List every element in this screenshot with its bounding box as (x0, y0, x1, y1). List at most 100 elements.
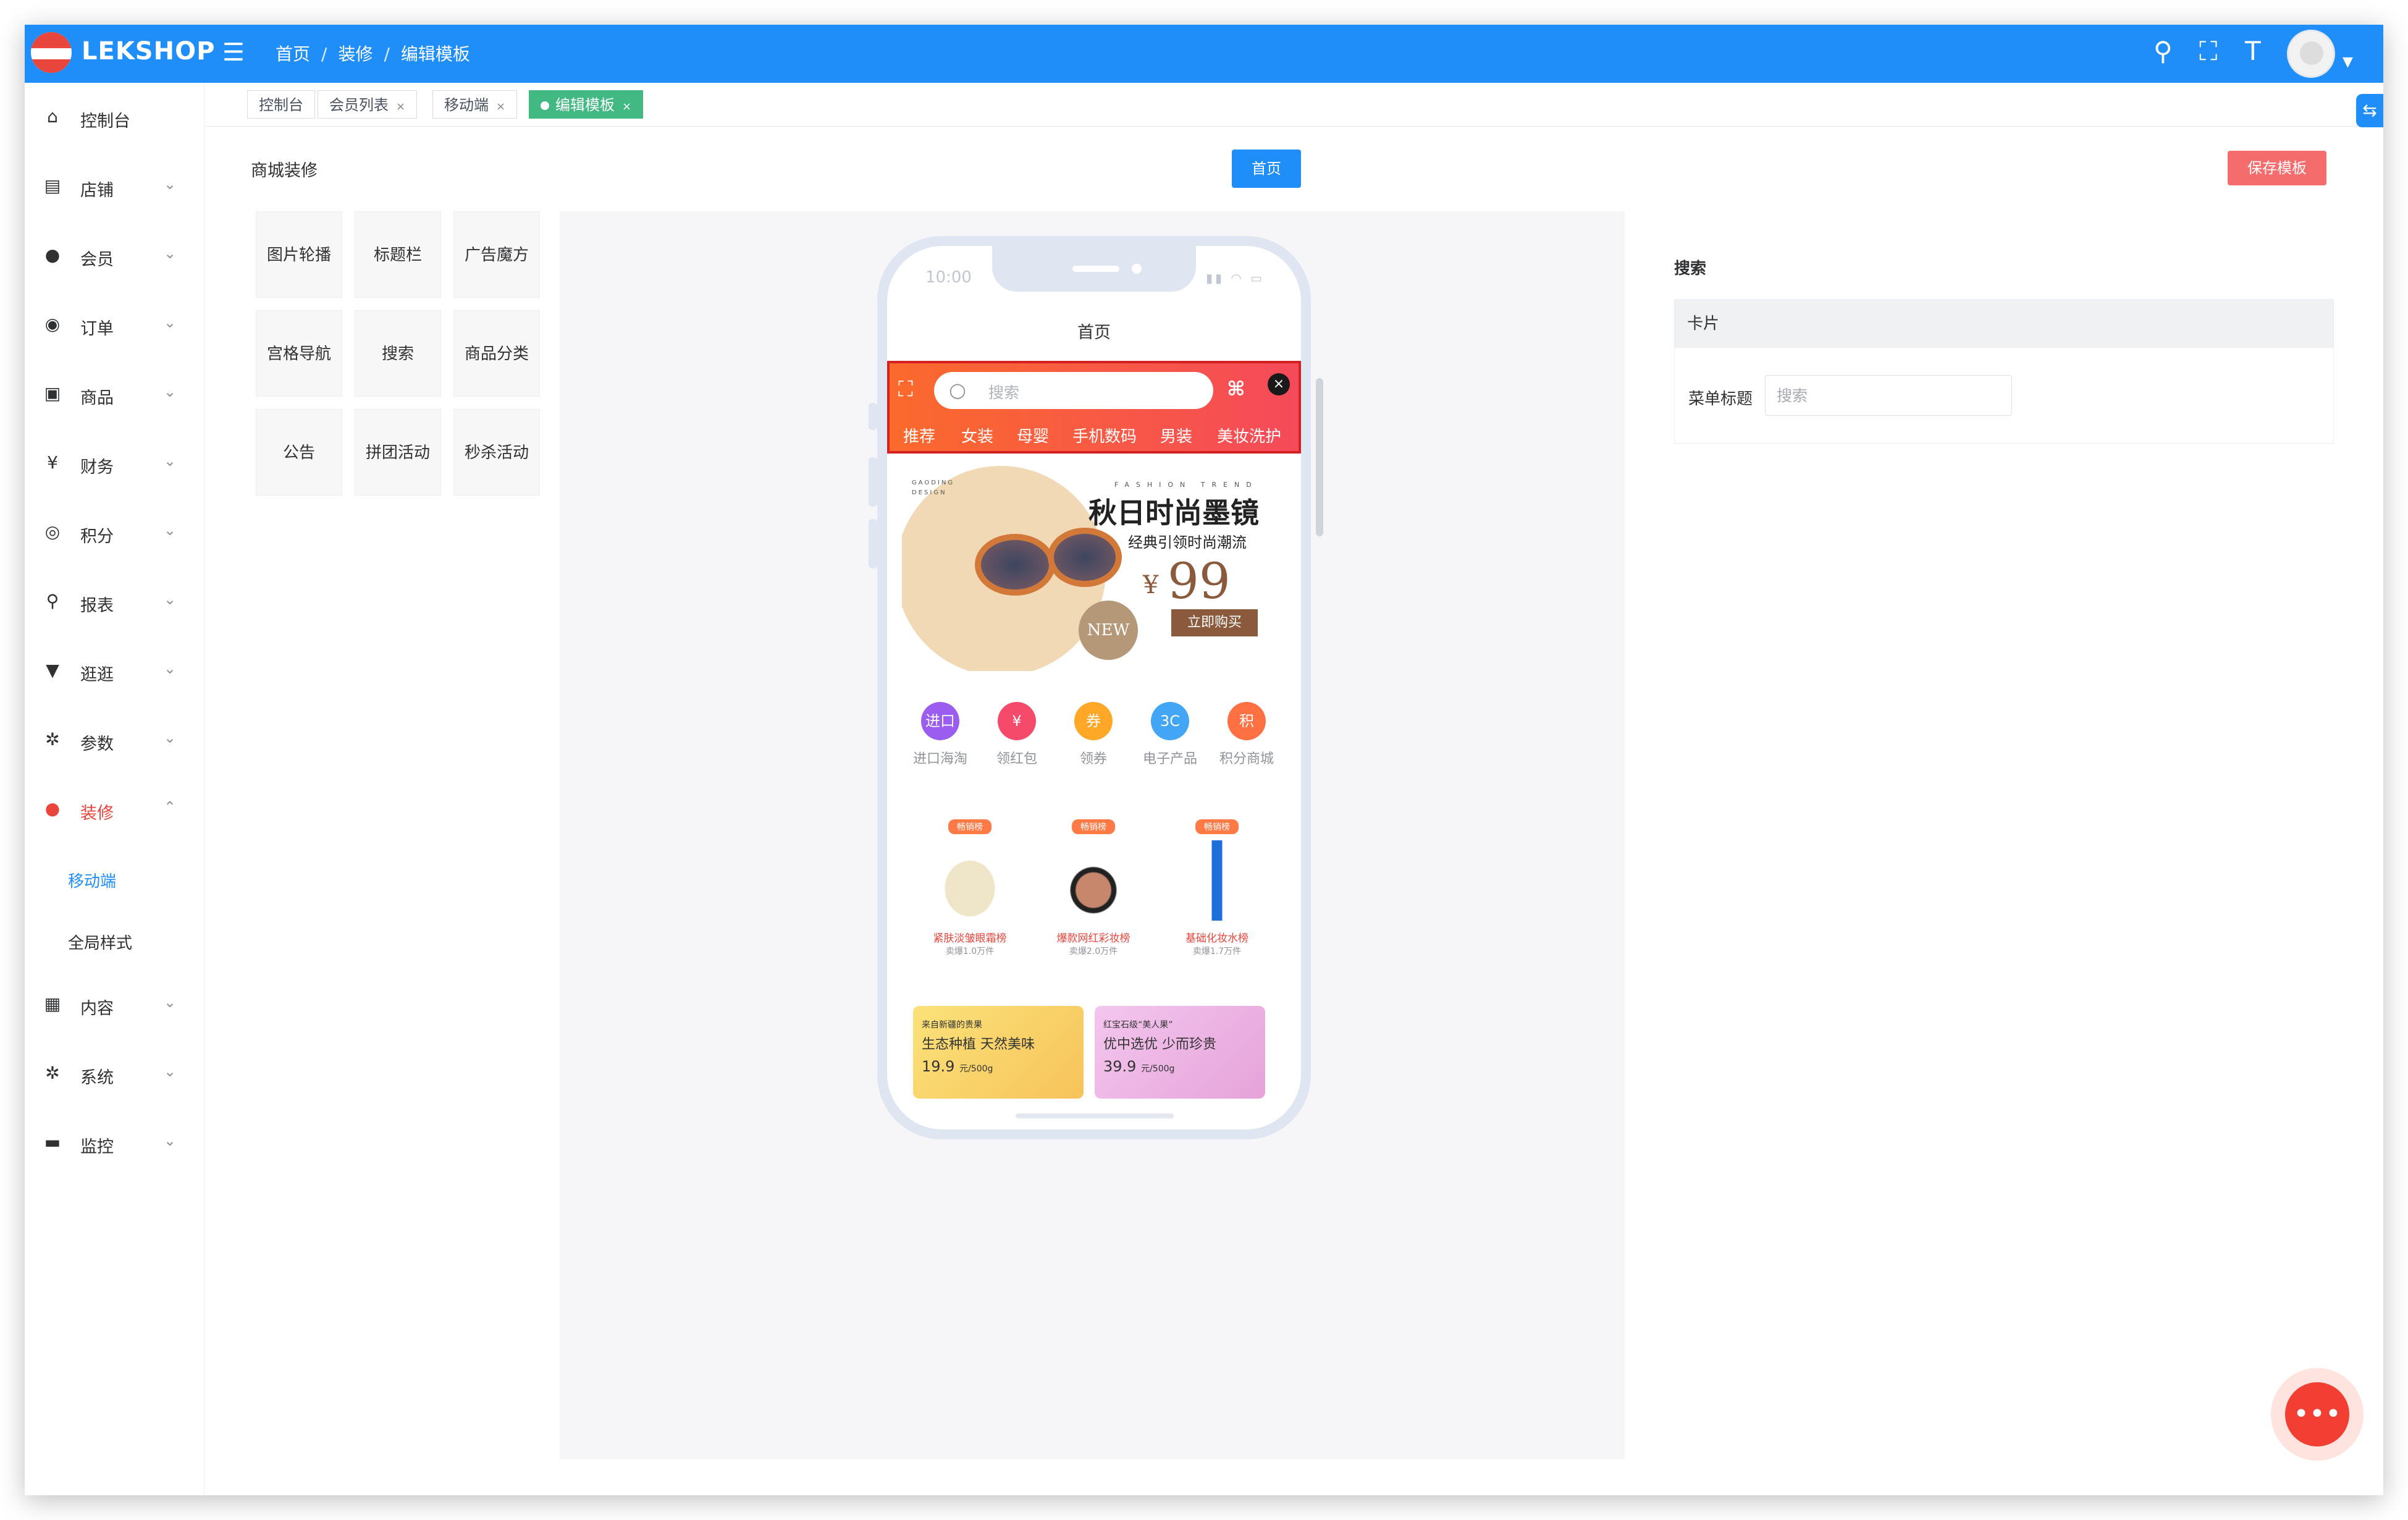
points-mall-icon: 积 (1227, 702, 1266, 740)
carousel-banner[interactable]: GAODING DESIGN FASHION TREND 秋日时尚墨镜 经典引领时… (902, 466, 1286, 671)
sidebar-subitem-global-style[interactable]: 全局样式 (68, 931, 132, 953)
search-component-selected[interactable]: ⛶ ○ 搜索 ⌘ × 推荐 女装 母婴 手机数码 男装 美妆洗护 (887, 361, 1301, 454)
tab-edit-template[interactable]: 编辑模板 × (529, 90, 644, 119)
caret-down-icon[interactable]: ▼ (2343, 54, 2353, 70)
search-icon[interactable]: ⚲ (2153, 36, 2173, 66)
sidebar-item-monitor[interactable]: ▬ 监控 ⌄ (25, 1108, 204, 1176)
promo-line2: 优中选优 少而珍贵 (1103, 1037, 1216, 1052)
grid-nav-item[interactable]: ¥ 领红包 (979, 686, 1055, 767)
sidebar-item-dashboard[interactable]: ⌂ 控制台 (25, 83, 204, 151)
page-title: 商城装修 (251, 161, 318, 180)
banner-currency: ¥ (1143, 571, 1159, 599)
banner-design-label: GAODING DESIGN (912, 479, 955, 496)
banner-buy-button[interactable]: 立即购买 (1171, 609, 1258, 636)
component-search[interactable]: 搜索 (355, 310, 441, 397)
category-tab[interactable]: 手机数码 (1072, 424, 1137, 447)
sidebar-item-member[interactable]: ● 会员 ⌄ (25, 221, 204, 289)
product-card[interactable]: 畅销榜 爆款网红彩妆榜 卖爆2.0万件 (1032, 804, 1155, 957)
menu-toggle-icon[interactable]: ☰ (222, 38, 245, 67)
component-category[interactable]: 商品分类 (453, 310, 540, 397)
product-sold: 卖爆2.0万件 (1069, 947, 1118, 956)
phone-search-box[interactable]: ○ 搜索 (934, 372, 1213, 409)
ad-cube: 来自新疆的贵果 生态种植 天然美味 19.9 元/500g 红宝石级“美人果” … (902, 991, 1286, 1129)
delete-component-icon[interactable]: × (1268, 373, 1290, 395)
tab-mobile[interactable]: 移动端 × (432, 90, 518, 119)
category-tab[interactable]: 美妆洗护 (1217, 424, 1281, 447)
chevron-down-icon: ⌄ (164, 994, 177, 1011)
grid-nav-item[interactable]: 积积分商城 (1208, 686, 1285, 767)
product-card[interactable]: 畅销榜 基础化妆水榜 卖爆1.7万件 (1155, 804, 1279, 957)
sidebar-subitem-mobile[interactable]: 移动端 (68, 869, 116, 892)
sidebar-item-report[interactable]: ⚲ 报表 ⌄ (25, 567, 204, 635)
component-carousel[interactable]: 图片轮播 (256, 211, 342, 298)
close-icon[interactable]: × (496, 100, 505, 113)
product-name: 基础化妆水榜 (1185, 932, 1248, 945)
chevron-down-icon: ⌄ (164, 660, 177, 677)
promo-card[interactable]: 红宝石级“美人果” 优中选优 少而珍贵 39.9 元/500g (1095, 1006, 1265, 1099)
sidebar-item-params[interactable]: ✲ 参数 ⌄ (25, 706, 204, 774)
sidebar-item-label: 系统 (80, 1068, 114, 1087)
home-icon: ⌂ (47, 106, 58, 127)
banner-new-badge: NEW (1079, 601, 1138, 660)
component-grid-nav[interactable]: 宫格导航 (256, 310, 342, 397)
avatar[interactable] (2287, 30, 2335, 78)
grid-nav-item[interactable]: 进口 进口海淘 (902, 686, 979, 767)
sidebar-item-product[interactable]: ▣ 商品 ⌄ (25, 360, 204, 428)
top-bar: LEKSHOP ☰ 首页 / 装修 / 编辑模板 ⚲ ⛶ T ▼ (25, 25, 2383, 83)
sidebar-item-finance[interactable]: ¥ 财务 ⌄ (25, 429, 204, 497)
promo-line1: 来自新疆的贵果 (922, 1020, 982, 1030)
promo-card[interactable]: 来自新疆的贵果 生态种植 天然美味 19.9 元/500g (913, 1006, 1084, 1099)
component-notice[interactable]: 公告 (256, 409, 342, 496)
component-title-bar[interactable]: 标题栏 (355, 211, 441, 298)
sidebar-item-label: 会员 (80, 250, 114, 269)
grid-nav-item[interactable]: 券领券 (1055, 686, 1132, 767)
sidebar-item-browse[interactable]: ▼ 逛逛 ⌄ (25, 636, 204, 704)
font-size-icon[interactable]: T (2245, 36, 2261, 66)
preview-scrollbar[interactable] (1316, 378, 1323, 536)
sidebar-item-store[interactable]: ▤ 店铺 ⌄ (25, 152, 204, 220)
sidebar-item-content[interactable]: ▦ 内容 ⌄ (25, 970, 204, 1038)
sidebar-item-system[interactable]: ✲ 系统 ⌄ (25, 1039, 204, 1107)
compact-powder-image (1050, 840, 1137, 921)
category-tab[interactable]: 母婴 (1017, 424, 1049, 447)
category-tab[interactable]: 推荐 (903, 424, 935, 447)
component-group-buy[interactable]: 拼团活动 (355, 409, 441, 496)
sidebar-item-points[interactable]: ◎ 积分 ⌄ (25, 498, 204, 566)
component-flash-sale[interactable]: 秒杀活动 (453, 409, 540, 496)
chevron-up-icon: ⌃ (164, 798, 177, 816)
breadcrumb-current: 编辑模板 (400, 44, 470, 64)
chat-button[interactable]: ••• (2271, 1368, 2364, 1461)
tab-dashboard[interactable]: 控制台 (247, 90, 315, 119)
category-tab[interactable]: 男装 (1160, 424, 1192, 447)
side-widget-icon[interactable]: ⇆ (2356, 94, 2383, 127)
report-icon: ⚲ (46, 591, 59, 611)
grid-nav-item[interactable]: 3C 电子产品 (1132, 686, 1208, 767)
user-icon: ● (44, 245, 61, 265)
points-icon: ◎ (44, 521, 61, 542)
sidebar-item-decor[interactable]: ● 装修 ⌃ (25, 775, 204, 843)
category-tab[interactable]: 女装 (961, 424, 993, 447)
close-icon[interactable]: × (396, 100, 405, 113)
product-sold: 卖爆1.7万件 (1192, 947, 1242, 956)
fullscreen-icon[interactable]: ⛶ (2199, 36, 2217, 67)
close-icon[interactable]: × (622, 100, 631, 113)
component-ad-cube[interactable]: 广告魔方 (453, 211, 540, 298)
product-name: 爆款网红彩妆榜 (1056, 932, 1130, 945)
phone-notch (992, 246, 1196, 292)
sidebar-item-order[interactable]: ◉ 订单 ⌄ (25, 290, 204, 358)
home-indicator (1016, 1113, 1174, 1118)
tab-member-list[interactable]: 会员列表 × (318, 90, 418, 119)
product-card[interactable]: 畅销榜 紧肤淡皱眼霜榜 卖爆1.0万件 (908, 804, 1032, 957)
product-name: 紧肤淡皱眼霜榜 (933, 932, 1007, 945)
tab-label: 会员列表 (329, 96, 389, 114)
save-template-button[interactable]: 保存模板 (2228, 151, 2326, 185)
phone-preview: 10:00 ▮▮ ◠ ▭ 首页 ⛶ ○ 搜索 ⌘ × 推荐 女装 母婴 手机数码… (877, 236, 1311, 1139)
logo-icon (31, 32, 72, 73)
banner-price: 99 (1168, 552, 1231, 610)
menu-title-input[interactable] (1765, 375, 2012, 416)
breadcrumb-home[interactable]: 首页 (276, 44, 310, 64)
breadcrumb-decor[interactable]: 装修 (338, 44, 373, 64)
chevron-down-icon: ⌄ (164, 245, 177, 262)
monitor-icon: ▬ (44, 1132, 61, 1152)
home-page-button[interactable]: 首页 (1232, 150, 1301, 188)
